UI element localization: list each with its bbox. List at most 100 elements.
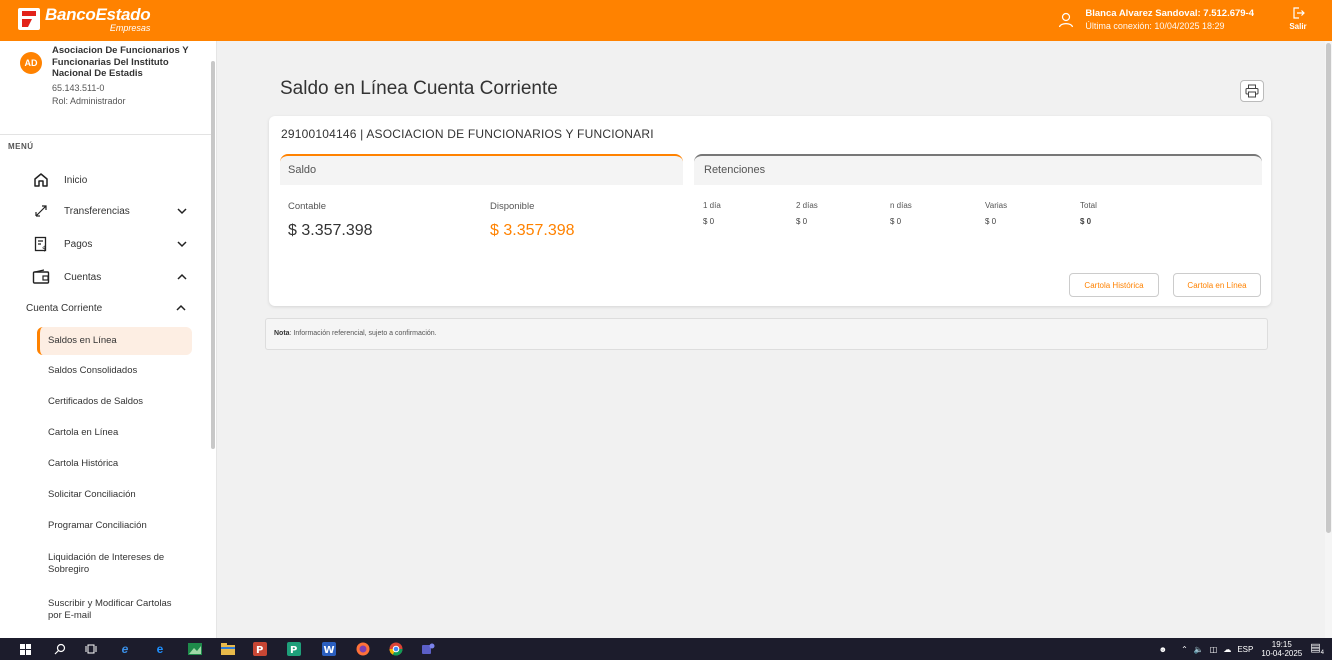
sidebar-item-label: Transferencias xyxy=(64,205,130,217)
photos-icon[interactable] xyxy=(187,641,203,657)
ret-value-n-dias: $ 0 xyxy=(890,217,902,226)
publisher-icon[interactable]: P xyxy=(286,641,302,657)
main-scrollbar[interactable] xyxy=(1325,41,1332,638)
sidebar-item-label: Cuentas xyxy=(64,271,102,283)
chevron-down-icon xyxy=(177,208,187,215)
sidebar-subitem-programar-conciliacion[interactable]: Programar Conciliación xyxy=(37,512,192,540)
sidebar-item-cuentas[interactable]: Cuentas xyxy=(0,265,205,289)
org-name: Asociacion De Funcionarios Y Funcionaria… xyxy=(52,45,189,79)
sidebar-item-cuenta-corriente[interactable]: Cuenta Corriente xyxy=(26,298,192,318)
language-indicator[interactable]: ESP xyxy=(1237,645,1253,654)
last-connection: Última conexión: 10/04/2025 18:29 xyxy=(1085,21,1225,31)
chevron-up-icon xyxy=(176,304,186,311)
network-icon[interactable]: ◫ xyxy=(1210,645,1218,654)
windows-start-icon[interactable] xyxy=(17,641,33,657)
task-view-icon[interactable] xyxy=(83,641,99,657)
nota-text: : Información referencial, sujeto a conf… xyxy=(289,330,437,337)
sidebar: AD Asociacion De Funcionarios Y Funciona… xyxy=(0,41,217,638)
windows-taskbar: e e P P W ☻ ⌃ 🔈 ◫ ☁ ESP 19:15 10-04-2025… xyxy=(0,638,1332,660)
logo-subtitle: Empresas xyxy=(109,23,151,33)
file-explorer-icon[interactable] xyxy=(220,641,236,657)
cartola-historica-button[interactable]: Cartola Histórica xyxy=(1069,273,1159,297)
ret-value-total: $ 0 xyxy=(1080,217,1092,226)
system-tray: ☻ ⌃ 🔈 ◫ ☁ ESP 19:15 10-04-2025 ▤4 xyxy=(1159,640,1324,658)
top-header: BancoEstado Empresas Blanca Alvarez Sand… xyxy=(0,0,1332,41)
notifications-icon[interactable]: ▤4 xyxy=(1310,641,1324,656)
sidebar-subitem-suscribir-cartolas[interactable]: Suscribir y Modificar Cartolas por E-mai… xyxy=(37,594,177,626)
sidebar-item-label: Pagos xyxy=(64,238,93,250)
ret-label-total: Total xyxy=(1080,201,1097,210)
nota-box: Nota: Información referencial, sujeto a … xyxy=(265,318,1268,350)
sidebar-subitem-saldos-consolidados[interactable]: Saldos Consolidados xyxy=(37,357,192,385)
printer-icon xyxy=(1245,84,1259,98)
cartola-en-linea-button[interactable]: Cartola en Línea xyxy=(1173,273,1261,297)
disponible-label: Disponible xyxy=(490,201,535,212)
wallet-icon xyxy=(32,268,50,286)
powerpoint-icon[interactable]: P xyxy=(252,641,268,657)
ret-label-2-dias: 2 días xyxy=(796,201,818,210)
saldo-header: Saldo xyxy=(280,154,683,185)
chevron-up-icon[interactable]: ⌃ xyxy=(1181,645,1188,654)
ie-icon[interactable]: e xyxy=(117,641,133,657)
contable-value: $ 3.357.398 xyxy=(288,222,373,239)
transfer-icon xyxy=(32,202,50,220)
contable-label: Contable xyxy=(288,201,327,212)
payments-icon: $ xyxy=(32,235,50,253)
ret-value-varias: $ 0 xyxy=(985,217,997,226)
org-rut: 65.143.511-0 xyxy=(52,82,105,93)
svg-text:P: P xyxy=(290,645,297,656)
sidebar-subitem-saldos-en-linea[interactable]: Saldos en Línea xyxy=(37,327,192,355)
people-icon[interactable]: ☻ xyxy=(1159,645,1167,654)
logout-button[interactable]: Salir xyxy=(1276,6,1320,31)
menu-title: MENÚ xyxy=(8,142,34,151)
user-info[interactable]: Blanca Alvarez Sandoval: 7.512.679-4 Últ… xyxy=(1057,8,1254,32)
organization-info: AD Asociacion De Funcionarios Y Funciona… xyxy=(20,45,202,108)
firefox-icon[interactable] xyxy=(355,641,371,657)
user-name: Blanca Alvarez Sandoval: 7.512.679-4 xyxy=(1085,8,1254,19)
sidebar-item-transferencias[interactable]: Transferencias xyxy=(0,199,205,223)
sidebar-subitem-certificados-saldos[interactable]: Certificados de Saldos xyxy=(37,388,192,416)
word-icon[interactable]: W xyxy=(321,641,337,657)
page-title: Saldo en Línea Cuenta Corriente xyxy=(280,78,558,99)
nota-label: Nota xyxy=(274,330,290,337)
ret-label-varias: Varias xyxy=(985,201,1008,210)
clock[interactable]: 19:15 10-04-2025 xyxy=(1261,640,1302,658)
disponible-value: $ 3.357.398 xyxy=(490,222,575,239)
sidebar-item-inicio[interactable]: Inicio xyxy=(0,168,205,192)
teams-icon[interactable] xyxy=(420,641,436,657)
chevron-down-icon xyxy=(177,241,187,248)
cloud-icon[interactable]: ☁ xyxy=(1223,645,1231,654)
sidebar-subitem-cartola-historica[interactable]: Cartola Histórica xyxy=(37,450,192,478)
retenciones-header: Retenciones xyxy=(694,154,1262,185)
sidebar-divider xyxy=(0,134,211,135)
edge-icon[interactable]: e xyxy=(152,641,168,657)
ret-value-1-dia: $ 0 xyxy=(703,217,715,226)
org-role: Rol: Administrador xyxy=(52,95,126,106)
chrome-icon[interactable] xyxy=(388,641,404,657)
clock-time: 19:15 xyxy=(1271,640,1292,649)
chevron-up-icon xyxy=(177,273,187,280)
search-icon[interactable] xyxy=(52,641,68,657)
print-button[interactable] xyxy=(1240,80,1264,102)
sidebar-scrollbar[interactable] xyxy=(211,61,215,449)
sidebar-item-pagos[interactable]: $ Pagos xyxy=(0,232,205,256)
volume-icon[interactable]: 🔈 xyxy=(1194,645,1204,654)
logo-text: BancoEstado xyxy=(45,5,151,24)
avatar: AD xyxy=(20,52,42,74)
sidebar-subitem-liquidacion-intereses[interactable]: Liquidación de Intereses de Sobregiro xyxy=(37,548,177,580)
svg-text:P: P xyxy=(256,645,263,656)
sidebar-item-label: Inicio xyxy=(64,174,88,186)
account-card: 29100104146 | ASOCIACION DE FUNCIONARIOS… xyxy=(269,116,1271,306)
sidebar-item-label: Cuenta Corriente xyxy=(26,302,103,314)
svg-text:$: $ xyxy=(42,245,46,252)
sidebar-subitem-solicitar-conciliacion[interactable]: Solicitar Conciliación xyxy=(37,481,192,509)
clock-date: 10-04-2025 xyxy=(1261,649,1303,658)
home-icon xyxy=(32,171,50,189)
logout-icon xyxy=(1293,7,1305,19)
account-title: 29100104146 | ASOCIACION DE FUNCIONARIOS… xyxy=(281,127,654,141)
ret-label-n-dias: n días xyxy=(890,201,912,210)
logout-label: Salir xyxy=(1289,22,1307,31)
bancoestado-logo[interactable]: BancoEstado Empresas xyxy=(18,5,151,33)
bank-logo-icon xyxy=(18,8,40,30)
sidebar-subitem-cartola-en-linea[interactable]: Cartola en Línea xyxy=(37,419,192,447)
